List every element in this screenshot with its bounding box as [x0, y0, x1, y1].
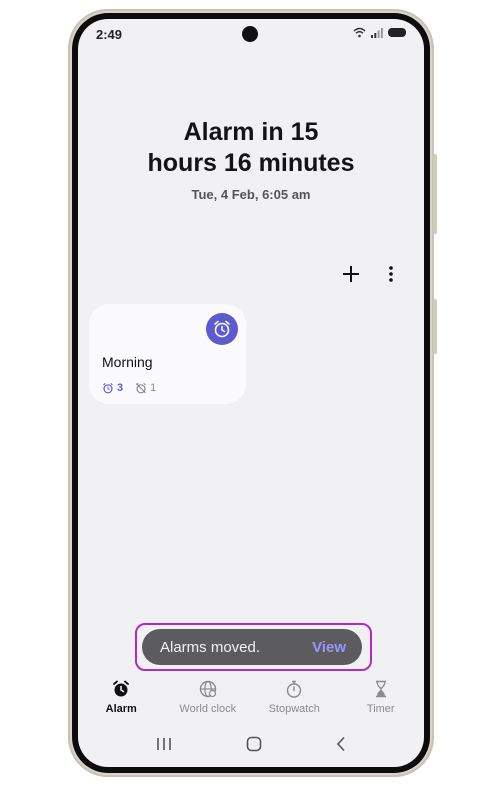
globe-icon	[199, 680, 216, 698]
tab-timer-label: Timer	[366, 703, 395, 715]
system-navigation-bar	[78, 735, 424, 757]
back-button[interactable]	[335, 736, 347, 757]
more-options-button[interactable]	[380, 263, 402, 285]
volume-button	[433, 154, 437, 234]
next-alarm-title: Alarm in 15 hours 16 minutes	[78, 117, 424, 179]
battery-icon	[388, 28, 406, 37]
next-alarm-title-line2: hours 16 minutes	[147, 149, 355, 177]
snackbar-view-button[interactable]: View	[312, 639, 346, 656]
home-icon	[246, 736, 262, 751]
tab-stopwatch[interactable]: Stopwatch	[251, 679, 338, 719]
add-alarm-button[interactable]	[340, 263, 362, 285]
phone-screen: 2:49 Alarm in 15 hours 16 minutes Tue, 4…	[78, 19, 424, 767]
wifi-icon	[353, 27, 366, 38]
tab-timer[interactable]: Timer	[338, 679, 425, 719]
status-time: 2:49	[96, 27, 123, 42]
alarm-group-name: Morning	[102, 354, 153, 370]
alarm-group-counts: 3 1	[102, 382, 156, 394]
tab-world-clock[interactable]: World clock	[165, 679, 252, 719]
status-bar: 2:49	[78, 19, 424, 49]
alarm-clock-icon	[214, 320, 230, 338]
tab-alarm-label: Alarm	[105, 703, 137, 715]
recents-icon	[156, 737, 171, 750]
disabled-alarm-count: 1	[150, 382, 157, 394]
status-icons	[353, 27, 406, 38]
alarm-group-badge	[206, 313, 238, 345]
stopwatch-icon	[287, 680, 302, 698]
tab-stopwatch-label: Stopwatch	[268, 703, 320, 715]
home-button[interactable]	[246, 736, 262, 757]
recents-button[interactable]	[155, 737, 173, 756]
tab-alarm[interactable]: Alarm	[78, 679, 165, 719]
back-icon	[337, 736, 345, 751]
plus-icon	[343, 266, 359, 282]
enabled-alarm-count: 3	[117, 382, 124, 394]
alarm-toolbar	[340, 263, 402, 285]
power-button	[433, 299, 437, 354]
snackbar-message: Alarms moved.	[160, 638, 261, 656]
front-camera	[242, 26, 258, 42]
next-alarm-datetime: Tue, 4 Feb, 6:05 am	[191, 187, 311, 202]
bottom-navigation: Alarm World clock Stopwatch Timer	[78, 679, 424, 719]
next-alarm-title-line1: Alarm in 15	[183, 118, 319, 146]
hourglass-icon	[375, 680, 386, 698]
alarm-on-icon	[103, 382, 113, 394]
alarm-off-icon	[136, 382, 147, 394]
alarm-group-card-morning[interactable]: Morning 3 1	[89, 304, 246, 404]
more-vertical-icon	[389, 266, 393, 282]
alarm-clock-icon	[113, 680, 130, 697]
snackbar: Alarms moved. View	[142, 629, 362, 665]
tab-world-clock-label: World clock	[179, 703, 237, 715]
signal-icon	[371, 28, 383, 38]
